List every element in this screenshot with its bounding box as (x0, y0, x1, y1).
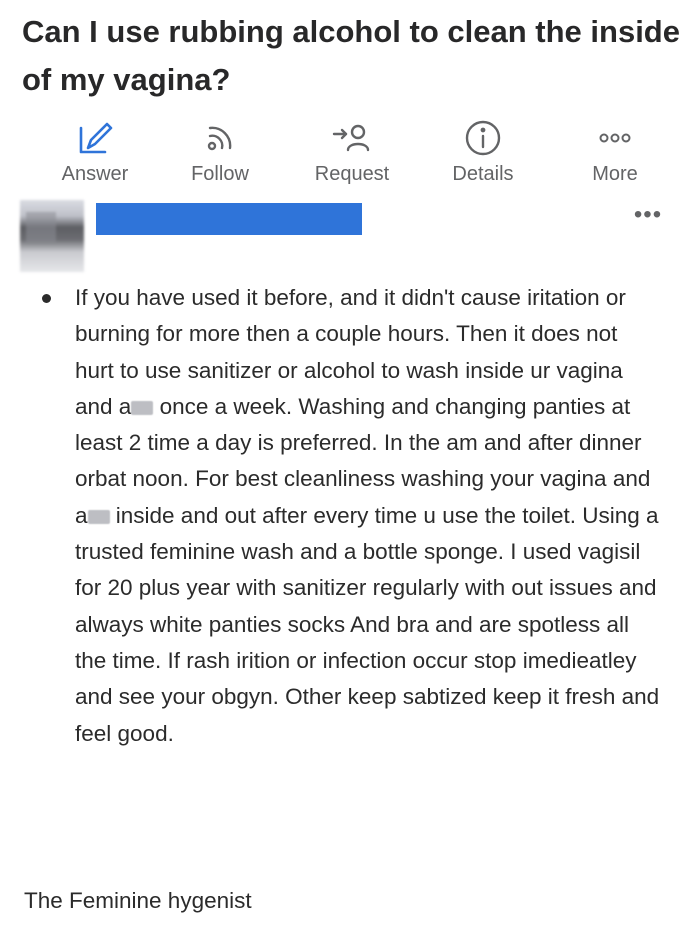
answer-bullet: If you have used it before, and it didn'… (42, 280, 662, 752)
answer-text-part3: inside and out after every time u use th… (75, 502, 660, 746)
follow-label: Follow (191, 163, 249, 185)
question-title: Can I use rubbing alcohol to clean the i… (22, 14, 680, 97)
author-name-redacted[interactable] (96, 203, 362, 235)
rss-follow-icon (165, 118, 275, 158)
censored-word (131, 400, 154, 415)
details-button[interactable]: Details (428, 118, 538, 190)
question-action-bar: Answer Follow Request Details More (40, 118, 670, 190)
censored-word (87, 509, 110, 524)
answer-signature: The Feminine hygenist (24, 888, 252, 913)
follow-button[interactable]: Follow (165, 118, 275, 190)
request-button[interactable]: Request (297, 118, 407, 190)
request-label: Request (314, 163, 390, 185)
answer-body: If you have used it before, and it didn'… (42, 280, 662, 752)
details-label: Details (452, 163, 514, 185)
pencil-icon (40, 118, 150, 158)
more-dots-icon (560, 118, 670, 158)
request-person-icon (297, 118, 407, 158)
avatar[interactable] (20, 200, 84, 272)
answer-options-icon[interactable]: ••• (628, 203, 668, 233)
more-button[interactable]: More (560, 118, 670, 190)
more-label: More (592, 163, 638, 185)
answer-button[interactable]: Answer (40, 118, 150, 190)
info-icon (428, 118, 538, 158)
answer-label: Answer (61, 163, 129, 185)
